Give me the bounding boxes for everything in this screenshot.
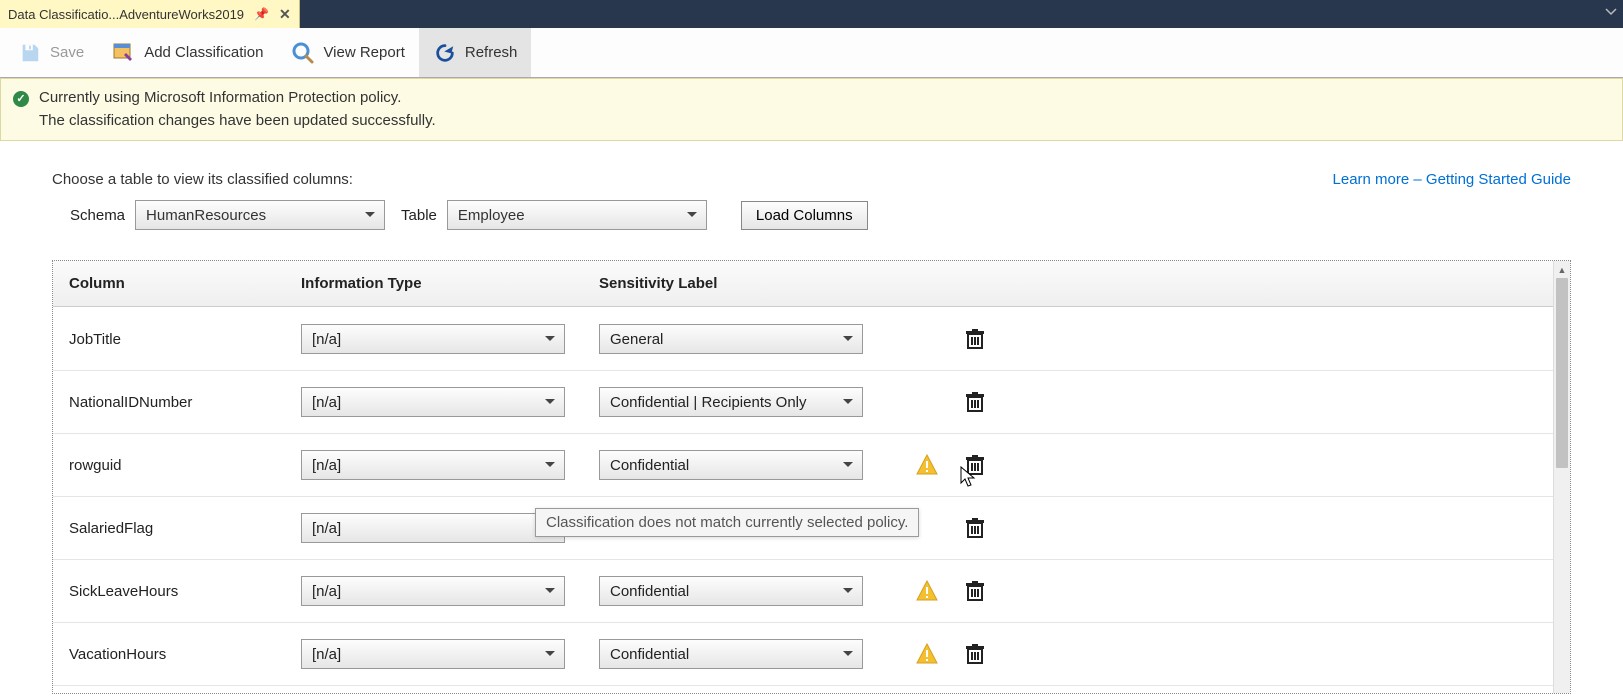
grid-header: Column Information Type Sensitivity Labe…: [53, 261, 1570, 307]
tooltip: Classification does not match currently …: [535, 508, 919, 537]
load-columns-button[interactable]: Load Columns: [741, 201, 868, 230]
cell-sensitivity-label: Confidential: [599, 576, 899, 606]
cell-sensitivity-label: Confidential: [599, 450, 899, 480]
view-report-label: View Report: [323, 44, 404, 61]
delete-button[interactable]: [955, 581, 995, 601]
refresh-button[interactable]: Refresh: [419, 28, 532, 77]
tooltip-text: Classification does not match currently …: [546, 514, 908, 531]
document-tab[interactable]: Data Classificatio...AdventureWorks2019 …: [0, 0, 300, 28]
cell-information-type: [n/a]: [301, 387, 599, 417]
sensitivity-label-select[interactable]: Confidential: [599, 639, 863, 669]
tab-overflow-icon[interactable]: [1605, 6, 1617, 21]
schema-label: Schema: [70, 207, 125, 224]
delete-button[interactable]: [955, 644, 995, 664]
notification-text: Currently using Microsoft Information Pr…: [39, 87, 436, 132]
delete-button[interactable]: [955, 392, 995, 412]
cell-warning: [899, 579, 955, 603]
tab-title: Data Classificatio...AdventureWorks2019: [8, 7, 244, 22]
view-report-button[interactable]: View Report: [277, 28, 418, 77]
search-icon: [291, 41, 315, 65]
cell-column-name: rowguid: [69, 457, 301, 474]
delete-button[interactable]: [955, 329, 995, 349]
save-icon: [18, 41, 42, 65]
success-check-icon: ✓: [13, 91, 29, 107]
sensitivity-label-select[interactable]: General: [599, 324, 863, 354]
learn-more-link[interactable]: Learn more – Getting Started Guide: [1333, 171, 1571, 188]
warning-icon[interactable]: [915, 579, 939, 603]
sensitivity-label-select[interactable]: Confidential | Recipients Only: [599, 387, 863, 417]
pin-icon[interactable]: 📌: [254, 7, 269, 21]
schema-value: HumanResources: [146, 207, 266, 224]
cell-sensitivity-label: Confidential: [599, 639, 899, 669]
save-button[interactable]: Save: [4, 28, 98, 77]
table-label: Table: [401, 207, 437, 224]
information-type-select[interactable]: [n/a]: [301, 324, 565, 354]
table-row: JobTitle[n/a] General: [53, 308, 1553, 371]
notification-banner: ✓ Currently using Microsoft Information …: [0, 78, 1623, 141]
header-info-type: Information Type: [301, 275, 599, 292]
notification-line1: Currently using Microsoft Information Pr…: [39, 87, 436, 110]
information-type-select[interactable]: [n/a]: [301, 576, 565, 606]
sensitivity-label-select[interactable]: Confidential: [599, 450, 863, 480]
cell-column-name: JobTitle: [69, 331, 301, 348]
scroll-thumb[interactable]: [1556, 278, 1568, 468]
cell-information-type: [n/a]: [301, 576, 599, 606]
content-area: Choose a table to view its classified co…: [0, 141, 1623, 694]
header-sensitivity: Sensitivity Label: [599, 275, 899, 292]
warning-icon[interactable]: [915, 642, 939, 666]
cell-column-name: NationalIDNumber: [69, 394, 301, 411]
table-row: rowguid[n/a] Confidential: [53, 434, 1553, 497]
refresh-label: Refresh: [465, 44, 518, 61]
cell-column-name: SickLeaveHours: [69, 583, 301, 600]
information-type-select[interactable]: [n/a]: [301, 450, 565, 480]
delete-button[interactable]: [955, 518, 995, 538]
classification-grid: Column Information Type Sensitivity Labe…: [52, 260, 1571, 694]
table-value: Employee: [458, 207, 525, 224]
information-type-select[interactable]: [n/a]: [301, 387, 565, 417]
vertical-scrollbar[interactable]: ▲: [1553, 261, 1570, 693]
selector-row: Schema HumanResources Table Employee Loa…: [70, 200, 1571, 230]
add-classification-label: Add Classification: [144, 44, 263, 61]
cell-warning: [899, 642, 955, 666]
scroll-up-button[interactable]: ▲: [1554, 261, 1570, 278]
notification-line2: The classification changes have been upd…: [39, 110, 436, 133]
information-type-select[interactable]: [n/a]: [301, 513, 565, 543]
add-classification-button[interactable]: Add Classification: [98, 28, 277, 77]
schema-select[interactable]: HumanResources: [135, 200, 385, 230]
prompt-text: Choose a table to view its classified co…: [52, 171, 353, 188]
toolbar: Save Add Classification View Report Refr…: [0, 28, 1623, 78]
information-type-select[interactable]: [n/a]: [301, 639, 565, 669]
cell-sensitivity-label: Confidential | Recipients Only: [599, 387, 899, 417]
cell-column-name: VacationHours: [69, 646, 301, 663]
table-row: VacationHours[n/a] Confidential: [53, 623, 1553, 686]
table-select[interactable]: Employee: [447, 200, 707, 230]
cell-sensitivity-label: General: [599, 324, 899, 354]
table-row: NationalIDNumber[n/a] Confidential | Reci…: [53, 371, 1553, 434]
close-icon[interactable]: ✕: [279, 6, 291, 23]
table-row: SickLeaveHours[n/a] Confidential: [53, 560, 1553, 623]
grid-body: JobTitle[n/a]GeneralNationalIDNumber[n/a…: [53, 308, 1553, 693]
add-classification-icon: [112, 41, 136, 65]
warning-icon[interactable]: [915, 453, 939, 477]
save-label: Save: [50, 44, 84, 61]
cell-column-name: SalariedFlag: [69, 520, 301, 537]
cell-information-type: [n/a]: [301, 450, 599, 480]
cell-information-type: [n/a]: [301, 324, 599, 354]
cell-warning: [899, 453, 955, 477]
header-column: Column: [69, 275, 301, 292]
title-bar: Data Classificatio...AdventureWorks2019 …: [0, 0, 1623, 28]
cell-information-type: [n/a]: [301, 639, 599, 669]
sensitivity-label-select[interactable]: Confidential: [599, 576, 863, 606]
delete-button[interactable]: [955, 455, 995, 475]
refresh-icon: [433, 41, 457, 65]
